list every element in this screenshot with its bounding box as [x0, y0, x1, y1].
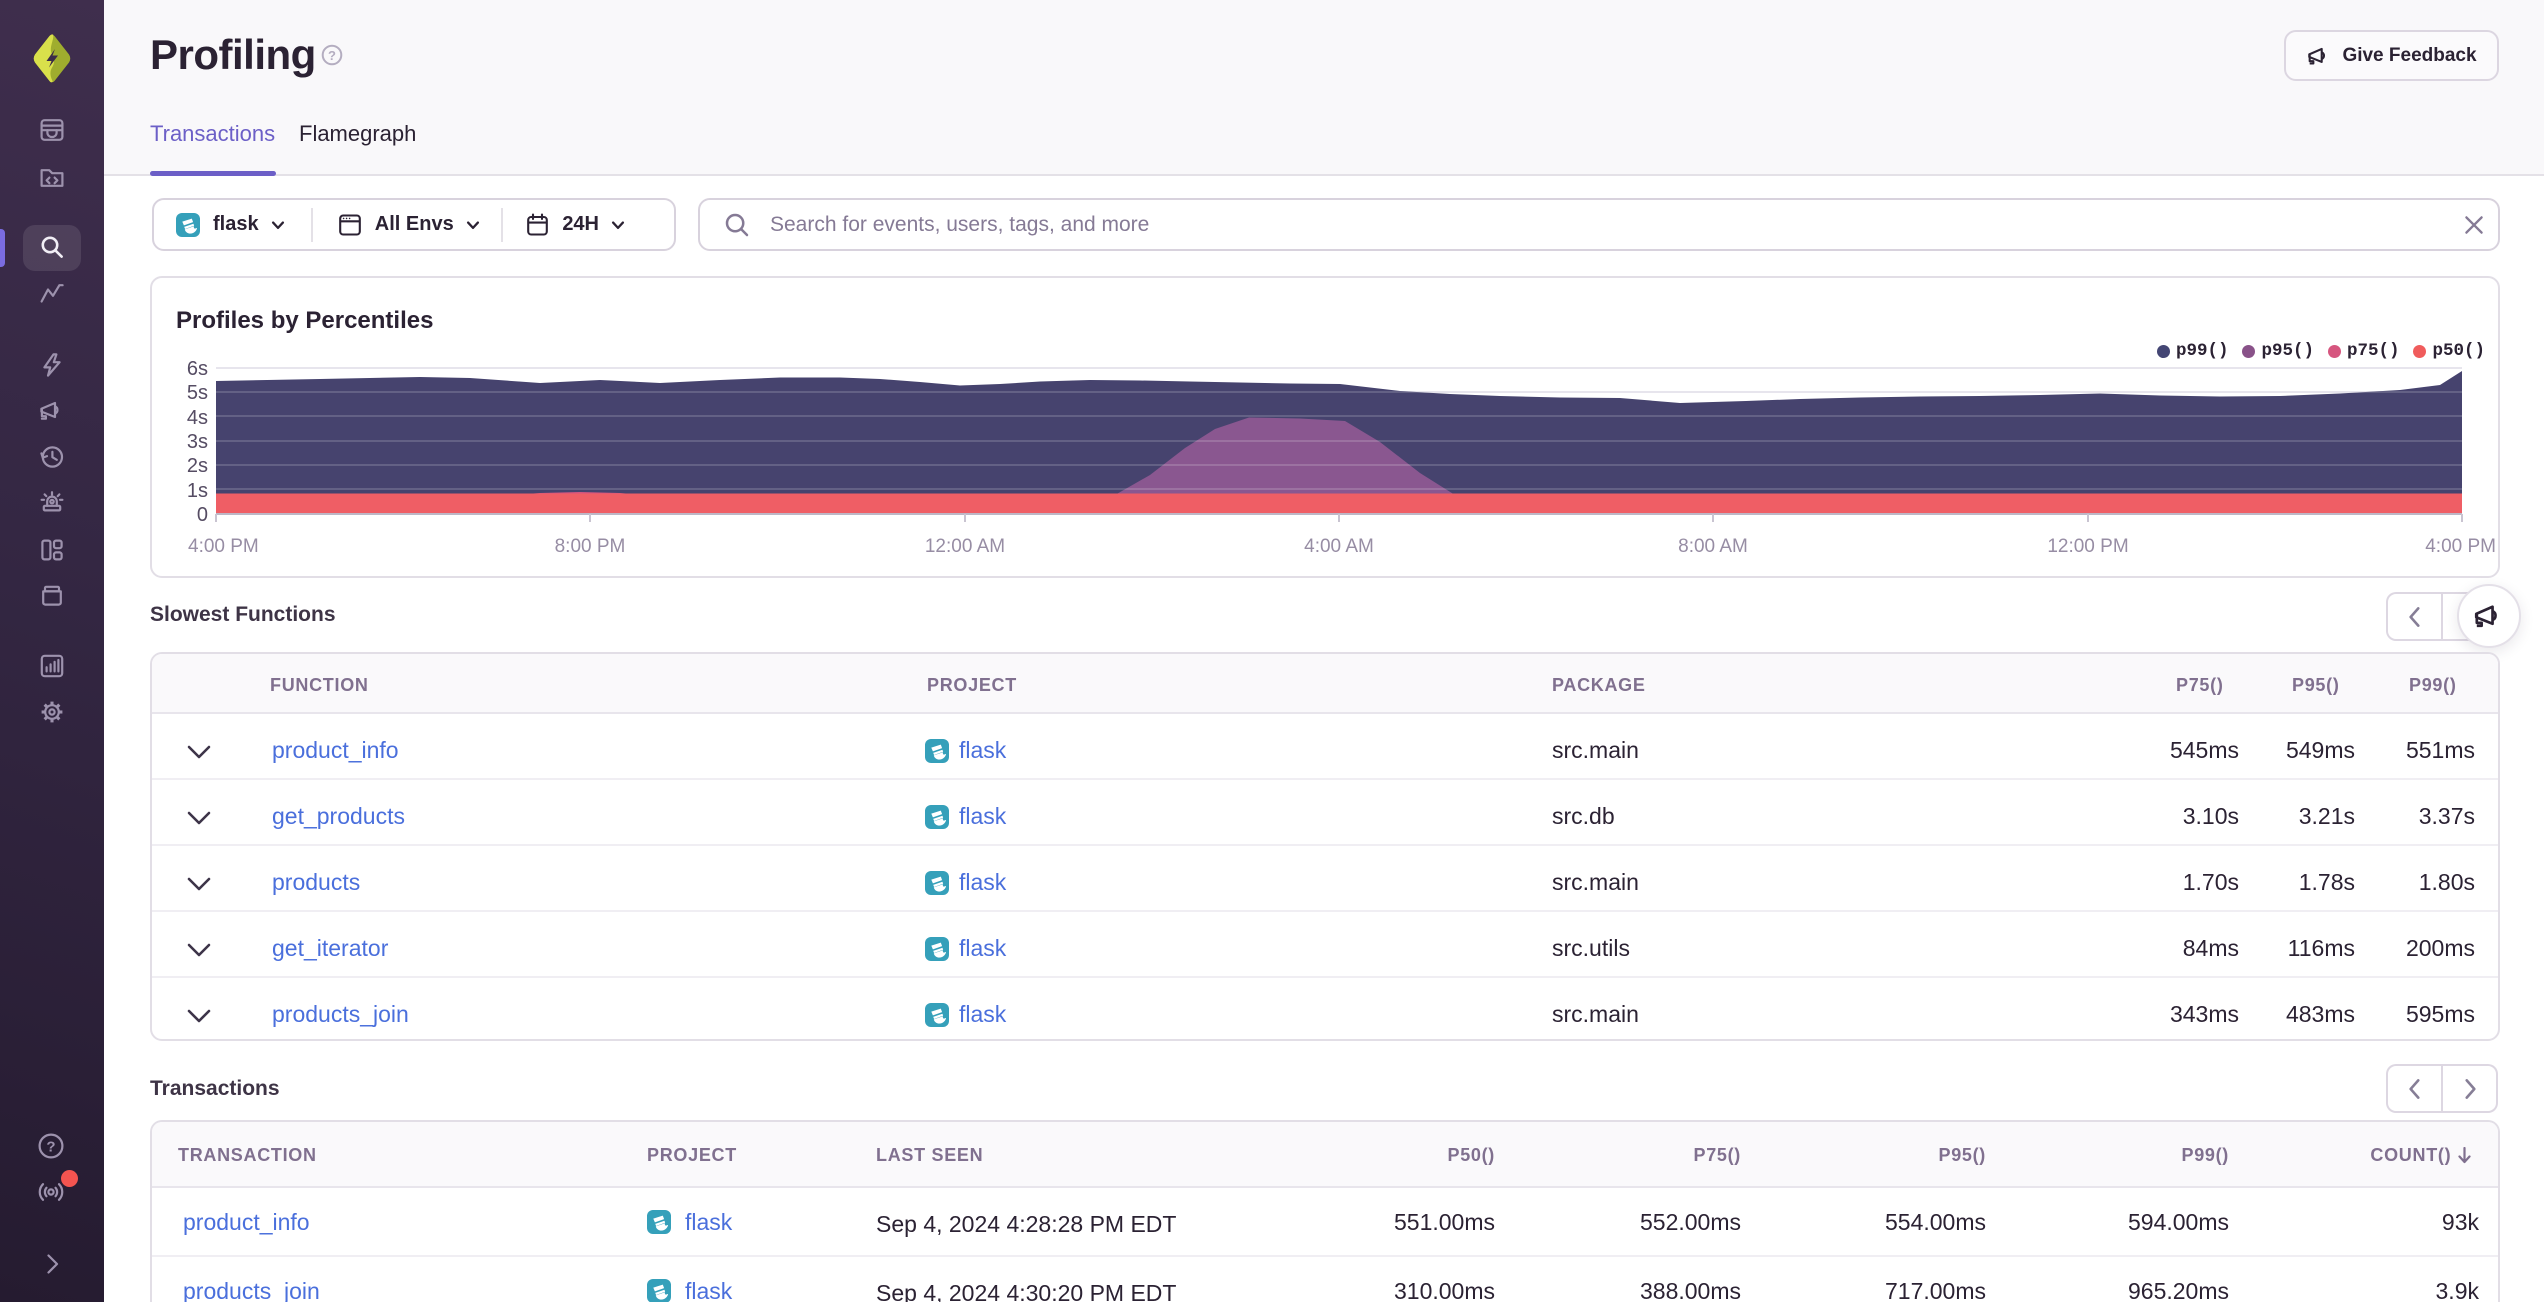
svg-text:4:00 AM: 4:00 AM	[1304, 536, 1374, 557]
svg-text:12:00 PM: 12:00 PM	[2047, 536, 2128, 557]
svg-text:12:00 AM: 12:00 AM	[925, 536, 1005, 557]
svg-text:2s: 2s	[187, 455, 208, 477]
svg-text:8:00 AM: 8:00 AM	[1678, 536, 1748, 557]
svg-text:1s: 1s	[187, 480, 208, 502]
svg-text:4:00 PM: 4:00 PM	[2425, 536, 2496, 557]
svg-text:?: ?	[328, 48, 336, 63]
svg-text:5s: 5s	[187, 382, 208, 404]
svg-text:0: 0	[197, 504, 208, 526]
svg-text:3s: 3s	[187, 431, 208, 453]
svg-text:4:00 PM: 4:00 PM	[188, 536, 259, 557]
svg-text:6s: 6s	[187, 358, 208, 380]
svg-text:?: ?	[46, 1139, 55, 1156]
svg-text:4s: 4s	[187, 407, 208, 429]
svg-text:8:00 PM: 8:00 PM	[555, 536, 626, 557]
